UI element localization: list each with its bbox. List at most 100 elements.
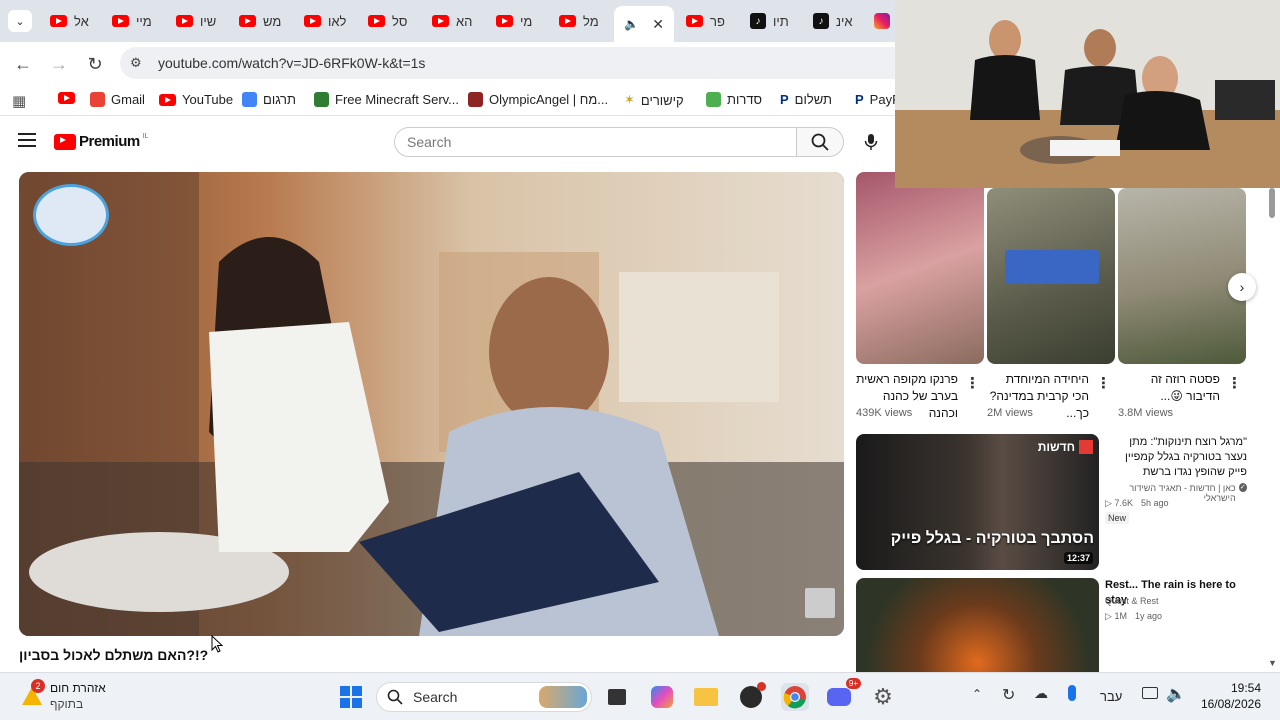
channel-name[interactable]: Quest & Rest [1105, 596, 1159, 606]
bookmark-label: קישורים [640, 92, 684, 108]
browser-tab[interactable]: לאו [296, 6, 354, 36]
browser-tab[interactable]: מל [551, 6, 609, 36]
bookmark-gmail[interactable]: Gmail [90, 92, 145, 107]
video-stats: ▷ 7.6K 5h ago [1105, 498, 1168, 509]
bookmark-youtube[interactable]: YouTube [159, 92, 233, 107]
youtube-premium-logo[interactable]: Premium IL [54, 133, 149, 150]
browser-tab[interactable]: ♪ אינ [805, 6, 863, 36]
tab-label: תיו [773, 13, 789, 29]
file-explorer-icon[interactable] [692, 683, 720, 711]
more-options-icon[interactable]: ⋮ [1227, 374, 1242, 392]
page-scrollbar[interactable]: ▼ [1268, 188, 1277, 668]
browser-tab[interactable]: אל [42, 6, 100, 36]
sync-icon[interactable]: ↻ [1002, 685, 1015, 705]
browser-tab[interactable]: סל [360, 6, 418, 36]
bookmark-minecraft[interactable]: Free Minecraft Serv... [314, 92, 459, 107]
play-icon: ▷ [1105, 611, 1112, 621]
forward-button[interactable]: → [47, 52, 71, 76]
bookmark-label: YouTube [182, 92, 234, 107]
discord-icon[interactable]: 9+ [825, 678, 861, 711]
tab-list-dropdown-icon[interactable]: ⌄ [8, 10, 32, 32]
back-button[interactable]: ← [11, 52, 35, 76]
browser-tab[interactable]: מי [488, 6, 546, 36]
tiktok-icon: ♪ [750, 13, 766, 29]
display-icon[interactable] [1142, 687, 1158, 699]
short-thumbnail[interactable] [856, 172, 984, 364]
paypal-icon: P [780, 92, 789, 107]
more-options-icon[interactable]: ⋮ [965, 374, 980, 392]
speaker-icon[interactable]: 🔈 [624, 17, 639, 31]
browser-tab[interactable]: מש [231, 6, 289, 36]
tab-label: מיי [136, 13, 152, 29]
address-bar[interactable]: ⚙ youtube.com/watch?v=JD-6RFk0W-k&t=1s [120, 47, 896, 79]
discord-badge: 9+ [845, 678, 861, 689]
close-tab-icon[interactable]: ✕ [652, 16, 664, 33]
language-indicator[interactable]: עבר [1100, 689, 1122, 704]
bookmark-series[interactable]: סדרות [706, 92, 762, 107]
browser-tab[interactable]: מיי [104, 6, 162, 36]
video-player[interactable] [19, 172, 844, 636]
clock[interactable]: 19:54 16/08/2026 [1196, 681, 1261, 711]
tab-label: מש [263, 13, 282, 29]
tab-label: פר [710, 13, 725, 29]
copilot-icon[interactable] [648, 683, 676, 711]
video-stats: ▷ 1M 1y ago [1105, 611, 1162, 622]
scroll-down-arrow-icon[interactable]: ▼ [1268, 658, 1277, 668]
obs-icon[interactable] [737, 682, 766, 711]
webcam-feed [895, 0, 1280, 188]
short-thumbnail[interactable] [987, 188, 1115, 364]
browser-tab[interactable]: שיו [168, 6, 226, 36]
cloud-offline-icon[interactable]: ☁ [1034, 685, 1048, 702]
task-view-icon[interactable] [603, 683, 631, 711]
voice-search-button[interactable] [858, 129, 884, 155]
more-options-icon[interactable]: ⋮ [1096, 374, 1111, 392]
settings-gear-icon[interactable]: ⚙ [869, 683, 897, 711]
browser-toolbar: ← → ↻ ⚙ youtube.com/watch?v=JD-6RFk0W-k&… [0, 42, 896, 84]
shorts-next-button[interactable]: › [1228, 273, 1256, 301]
browser-tab[interactable]: הא [424, 6, 482, 36]
tab-label: לאו [328, 13, 347, 29]
view-count: 7.6K [1114, 498, 1133, 508]
start-button[interactable] [337, 683, 365, 711]
weather-widget[interactable]: 2 אזהרת חום בתוקף [20, 679, 140, 715]
scrollbar-thumb[interactable] [1269, 188, 1275, 218]
taskbar-search-box[interactable]: Search [376, 682, 592, 712]
browser-tab-active[interactable]: 🔈 ✕ [614, 6, 674, 42]
bookmarks-bar: ▦ Gmail YouTube תרגום Free Minecraft Ser… [0, 84, 901, 116]
reload-button[interactable]: ↻ [83, 52, 107, 76]
bookmark-youtube-icon-only[interactable] [58, 92, 75, 104]
site-info-icon[interactable]: ⚙ [130, 55, 146, 71]
channel-watermark-avatar[interactable] [33, 184, 109, 246]
bookmark-olympicangel[interactable]: OlympicAngel | מח... [468, 92, 608, 107]
bookmark-translate[interactable]: תרגום [242, 92, 296, 107]
chrome-icon[interactable] [781, 683, 809, 711]
bookmark-payment[interactable]: P תשלום [780, 92, 832, 107]
microphone-icon[interactable] [1068, 685, 1076, 701]
youtube-icon [368, 15, 385, 27]
show-hidden-icons-chevron-icon[interactable]: ⌃ [972, 687, 982, 701]
search-button[interactable] [796, 127, 844, 157]
youtube-logo-icon [54, 133, 76, 150]
browser-tab[interactable]: פר [678, 6, 736, 36]
youtube-icon [304, 15, 321, 27]
tab-label: סל [392, 13, 408, 29]
video-title-link[interactable]: "מרגל רוצח תינוקות": מתן נעצר בטורקיה בג… [1105, 435, 1247, 480]
video-thumbnail[interactable] [856, 578, 1099, 672]
browser-tab[interactable] [866, 6, 894, 36]
browser-tab[interactable]: ♪ תיו [742, 6, 800, 36]
apps-grid-icon[interactable]: ▦ [12, 92, 26, 110]
short-title[interactable]: פסטה רוזה זה הדיבור 😜... [1118, 371, 1220, 405]
video-thumbnail[interactable]: חדשות הסתבך בטורקיה - בגלל פייק 12:37 [856, 434, 1099, 570]
search-input[interactable]: Search [394, 127, 797, 157]
tab-label: מל [583, 13, 599, 29]
video-title: האם משתלם לאכול בסביון?!? [19, 647, 209, 663]
short-thumbnail[interactable] [1118, 188, 1246, 364]
bookmark-paypal[interactable]: P PayP [855, 92, 901, 107]
new-badge: New [1105, 512, 1130, 524]
tab-label: אל [74, 13, 89, 29]
hamburger-menu-icon[interactable] [18, 133, 36, 147]
short-views: 3.8M views [1118, 407, 1174, 419]
volume-icon[interactable]: 🔈 [1166, 684, 1186, 704]
bookmark-links[interactable]: ✶ קישורים [624, 92, 684, 108]
channel-branding-icon[interactable] [805, 588, 835, 618]
